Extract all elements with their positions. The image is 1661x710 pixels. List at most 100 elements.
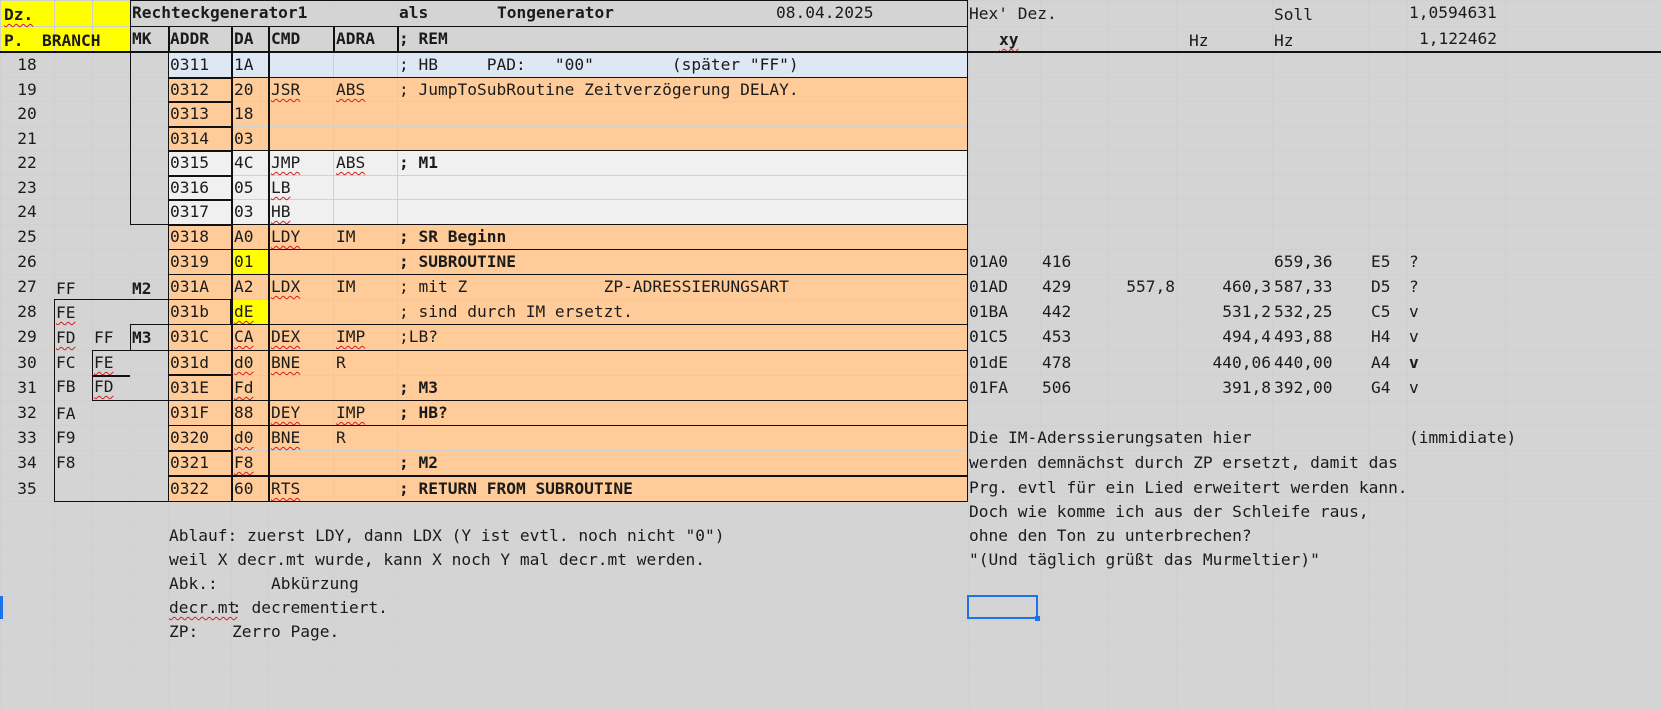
x-cell: 557,8 <box>1126 277 1175 296</box>
da-cell: dE <box>234 302 254 321</box>
adra-cell: ABS <box>336 153 366 172</box>
dez-cell: 429 <box>1042 277 1072 296</box>
rem-cell: ;LB? <box>399 327 438 346</box>
selected-cell[interactable] <box>967 595 1038 619</box>
dez-cell: 453 <box>1042 327 1072 346</box>
note-bottom-3a: Abk.: <box>169 574 218 593</box>
row-number[interactable]: 20 <box>0 103 54 125</box>
da-cell: 4C <box>234 153 254 172</box>
addr-cell: 0322 <box>170 479 209 498</box>
sheet-title: Rechteckgenerator1 <box>132 3 308 22</box>
row-number[interactable]: 26 <box>0 251 54 273</box>
addr-cell: 0320 <box>170 428 209 447</box>
soll-cell: 659,36 <box>1274 252 1333 271</box>
dz-header: Dz. <box>4 5 34 24</box>
addr-cell: 031A <box>170 277 209 296</box>
soll-cell: 587,33 <box>1274 277 1333 296</box>
cmd-cell: LB <box>271 178 291 197</box>
rem-cell: ; JumpToSubRoutine Zeitverzögerung DELAY… <box>399 80 799 99</box>
active-row-marker <box>0 596 3 619</box>
row-number[interactable]: 18 <box>0 54 54 76</box>
adra-cell: R <box>336 428 346 447</box>
soll-cell: 493,88 <box>1274 327 1333 346</box>
row-number[interactable]: 34 <box>0 452 54 474</box>
mark-cell: ? <box>1409 252 1419 271</box>
border-line <box>92 375 130 377</box>
row-number[interactable]: 21 <box>0 128 54 150</box>
cmd-cell: LDX <box>271 277 301 296</box>
adra-header: ADRA <box>336 29 375 48</box>
da-cell: 01 <box>234 252 254 271</box>
addr-cell: 0315 <box>170 153 209 172</box>
hz-cell: 494,4 <box>1222 327 1271 346</box>
row-number[interactable]: 22 <box>0 152 54 174</box>
spreadsheet-grid: Dz. Rechteckgenerator1 als Tongenerator … <box>0 0 1661 710</box>
dez-cell: 478 <box>1042 353 1072 372</box>
date-cell: 08.04.2025 <box>776 3 874 22</box>
hex-cell: 01C5 <box>969 327 1008 346</box>
mark-cell: v <box>1409 378 1419 397</box>
hz-cell: 460,3 <box>1222 277 1271 296</box>
row-number[interactable]: 33 <box>0 427 54 449</box>
row-number[interactable]: 29 <box>0 326 54 348</box>
cmd-cell: JSR <box>271 80 301 99</box>
border-line <box>333 26 335 52</box>
border-line <box>168 374 231 376</box>
branch-fc: FC <box>56 353 76 372</box>
branch-fe-2: FE <box>94 353 114 372</box>
factor2-cell: 1,122462 <box>1419 29 1497 48</box>
fill-handle[interactable] <box>1035 616 1040 621</box>
border-line <box>168 126 231 128</box>
border-line <box>268 26 270 52</box>
border-line <box>0 51 1661 53</box>
row-number[interactable]: 30 <box>0 352 54 374</box>
rem-cell: ; M3 <box>399 378 438 397</box>
row-number[interactable]: 32 <box>0 402 54 424</box>
soll-cell: 440,00 <box>1274 353 1333 372</box>
da-cell: A2 <box>234 277 254 296</box>
note-bottom-4b: : decrementiert. <box>232 598 388 617</box>
da-cell: 1A <box>234 55 254 74</box>
hex-cell: 01BA <box>969 302 1008 321</box>
addr-cell: 031d <box>170 353 209 372</box>
cmd-cell: LDY <box>271 227 301 246</box>
hz-cell: 440,06 <box>1212 353 1271 372</box>
header-row-border <box>130 26 968 52</box>
da-cell: Fd <box>234 378 254 397</box>
branch-fb: FB <box>56 377 76 396</box>
da-cell: 60 <box>234 479 254 498</box>
row-number[interactable]: 23 <box>0 177 54 199</box>
note-right-1b: (immidiate) <box>1409 428 1517 447</box>
row-number[interactable]: 27 <box>0 276 54 298</box>
hz-header-2: Hz <box>1274 31 1294 50</box>
addr-cell: 031E <box>170 378 209 397</box>
p-header: P. <box>4 31 24 50</box>
rem-cell: ; M2 <box>399 453 438 472</box>
addr-cell: 0313 <box>170 104 209 123</box>
border-line <box>168 150 231 152</box>
row-number[interactable]: 28 <box>0 301 54 323</box>
cmd-cell: RTS <box>271 479 301 498</box>
note-cell: G4 <box>1371 378 1391 397</box>
note-cell: E5 <box>1371 252 1391 271</box>
rem-cell: ; mit Z ZP-ADRESSIERUNGSART <box>399 277 789 296</box>
cmd-cell: BNE <box>271 428 301 447</box>
row-number[interactable]: 35 <box>0 478 54 500</box>
branch-ff-2: FF <box>94 328 114 347</box>
xy-header: xy <box>999 30 1019 49</box>
branch-f9: F9 <box>56 428 76 447</box>
note-bottom-3b: Abkürzung <box>271 574 359 593</box>
row-number[interactable]: 19 <box>0 79 54 101</box>
branch-fa: FA <box>56 404 76 423</box>
hex-cell: 01AD <box>969 277 1008 296</box>
note-right-4: Doch wie komme ich aus der Schleife raus… <box>969 502 1369 521</box>
row-number[interactable]: 25 <box>0 226 54 248</box>
mark-cell: v <box>1409 327 1419 346</box>
note-right-5: ohne den Ton zu unterbrechen? <box>969 526 1252 545</box>
branch-f8: F8 <box>56 453 76 472</box>
note-bottom-2: weil X decr.mt wurde, kann X noch Y mal … <box>169 550 706 569</box>
hz-cell: 391,8 <box>1222 378 1271 397</box>
note-right-1: Die IM-Aderssierungsaten hier <box>969 428 1252 447</box>
row-number[interactable]: 24 <box>0 201 54 223</box>
row-number[interactable]: 31 <box>0 377 54 399</box>
